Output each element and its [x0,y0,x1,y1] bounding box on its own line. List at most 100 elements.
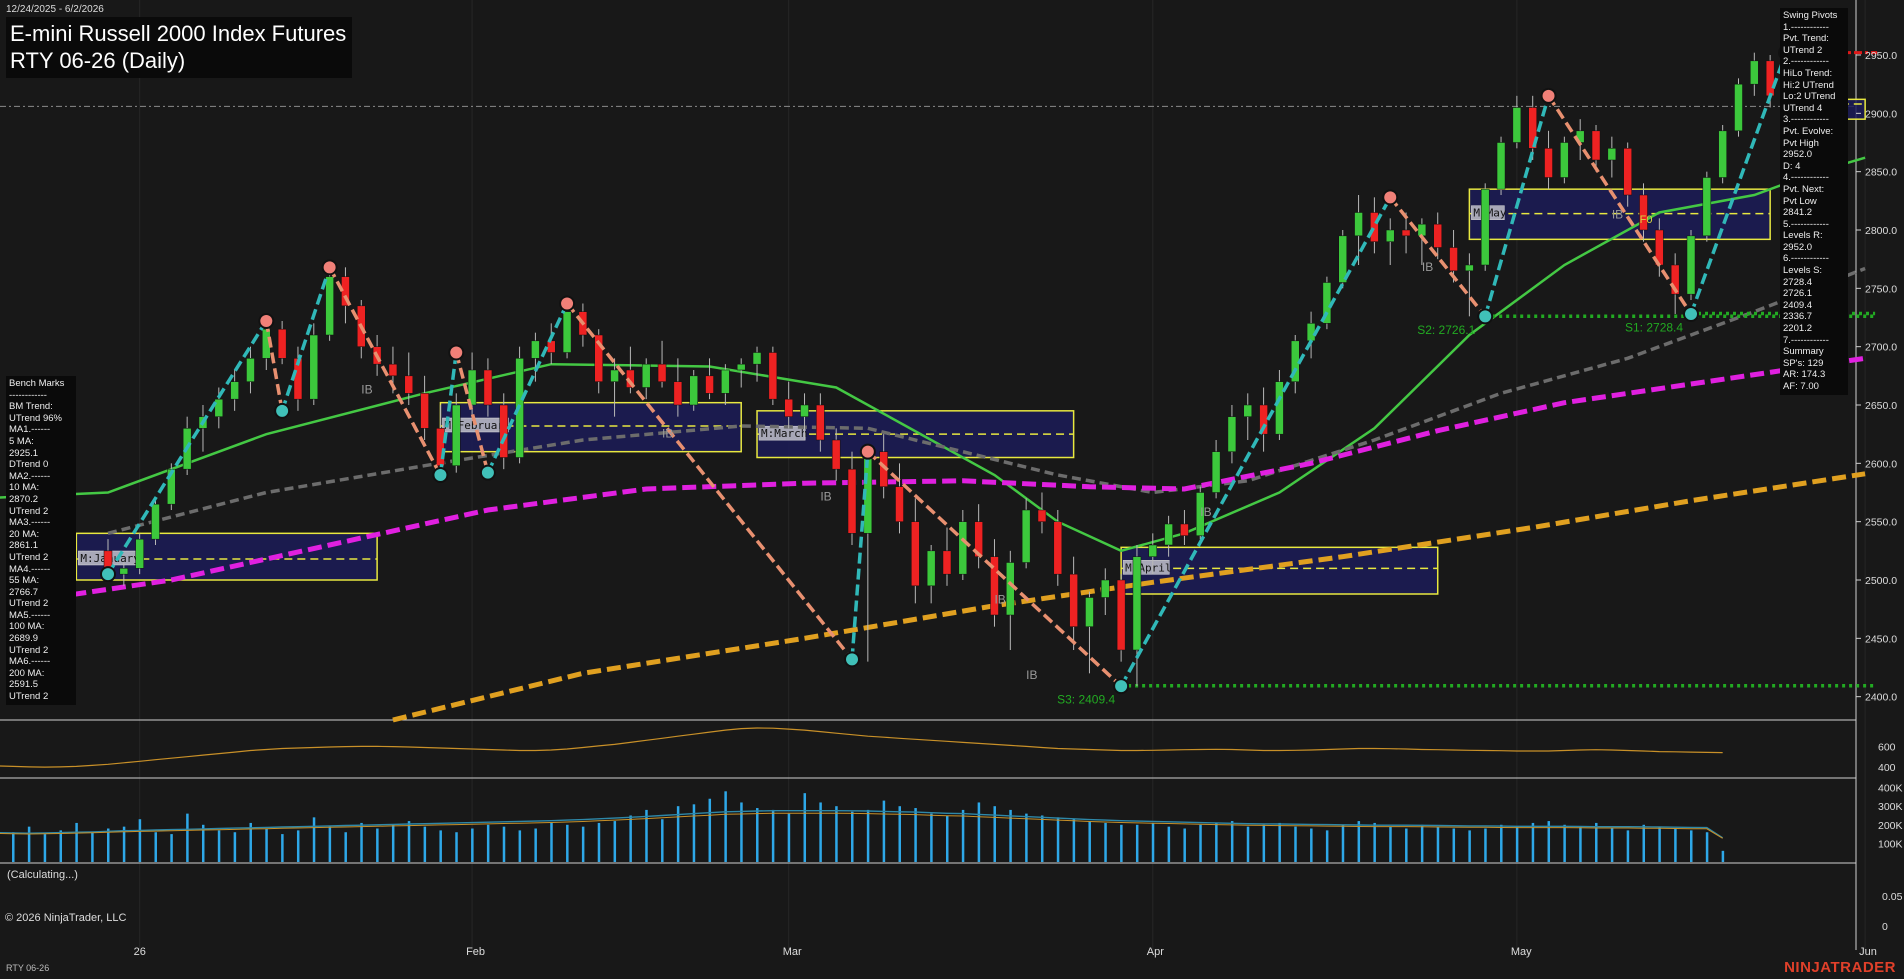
candle-body [942,550,952,575]
candle-body [1021,509,1031,563]
candle-body [499,404,508,458]
candle-body [1433,223,1442,248]
ib-label: IB [1026,668,1037,682]
pivot-low-marker [274,402,291,419]
volume-bar [43,834,47,862]
ib-label: IB [662,427,673,441]
candle-body [1275,381,1284,435]
candle-body [1560,142,1569,178]
volume-bar [1294,826,1297,862]
candle-body [119,568,129,575]
date-range: 12/24/2025 - 6/2/2026 [6,4,104,15]
pivot-low-marker [1477,308,1494,325]
price-tick-label: 2700.0 [1865,342,1897,354]
candle-body [1006,562,1015,616]
candle-body [1053,521,1063,575]
price-tick-label: 2450.0 [1865,633,1897,645]
ib-label: IB [994,592,1005,606]
volume-bar [1278,822,1281,862]
pivot-high-marker [321,259,338,276]
candle-body [151,503,160,540]
candle-body [610,369,619,382]
month-label: M:April [1125,561,1171,574]
volume-bar [566,824,569,862]
volume-bar [1484,828,1487,862]
pivot-high-marker [559,295,576,312]
instrument-name: E-mini Russell 2000 Index Futures [10,21,347,46]
candle-body [1718,130,1727,178]
volume-bar [1626,830,1630,862]
volume-bar [486,824,490,862]
volume-bar [1357,821,1361,862]
price-tick-label: 2900.0 [1865,108,1897,120]
candle-body [230,381,239,400]
candle-body [1765,60,1775,97]
candle-body [1465,264,1474,272]
volume-bar [550,822,553,862]
candle-body [277,328,287,359]
oscillator-tick-label: 400 [1878,762,1896,774]
volume-bar [233,832,237,862]
candle-body [420,393,429,429]
candle-body [911,521,920,587]
swing-pivots-panel: Swing Pivots 1.------------ Pvt. Trend: … [1780,8,1848,395]
candle-body [1750,60,1759,85]
volume-bar [1262,824,1266,862]
volume-bar [1515,826,1519,862]
candle-body [1401,229,1411,237]
volume-bar [1420,824,1424,862]
time-axis-label: 26 [134,946,146,958]
volume-bar [1230,821,1234,862]
volume-bar [1674,828,1677,862]
bench-marks-panel: Bench Marks ------------ BM Trend: UTren… [6,376,76,705]
volume-bar [961,809,965,862]
oscillator-tick-label: 600 [1878,741,1896,753]
time-axis-label: Apr [1147,946,1164,958]
candle-body [404,375,414,394]
candle-body [325,276,334,336]
volume-bar [1563,824,1566,862]
volume-bar [851,811,854,862]
volume-bar [518,830,522,862]
volume-bar [138,819,142,862]
volume-bar [1642,824,1646,862]
price-chart[interactable]: M:JanuaryM:FebruaryM:MarchM:AprilM:MayM:… [0,0,1904,979]
volume-bar [866,809,870,862]
volume-bar [1610,828,1614,862]
month-label: M:May [1473,207,1506,220]
candle-body [784,398,793,417]
pivot-low-marker [1683,306,1699,322]
candle-body [926,550,936,587]
ib-label: IB [820,490,831,504]
candle-body [1354,212,1363,237]
volume-tick-label: 200K [1878,820,1903,832]
volume-bar [1120,824,1123,862]
volume-bar [1531,822,1535,862]
volume-bar [217,830,221,862]
time-axis-label: May [1511,946,1532,958]
volume-bar [439,830,442,862]
calculating-status: (Calculating...) [7,869,78,881]
volume-bar [882,800,886,862]
volume-bar [455,832,458,862]
candle-body [1037,509,1047,522]
volume-bar [613,821,617,862]
volume-bar [977,802,981,862]
volume-bar [787,813,791,862]
candle-body [1449,247,1458,272]
candle-body [752,352,762,365]
volume-bar [708,798,712,862]
pivot-high-marker [258,313,275,329]
candle-body [388,363,398,377]
volume-bar [1072,819,1076,862]
f0-label: F0 [1640,214,1653,226]
volume-bar [1104,822,1107,862]
candle-body [721,369,730,394]
volume-bar [1579,826,1582,862]
volume-bar [471,828,474,862]
volume-bar [1151,822,1155,862]
candle-body [641,363,651,388]
candle-body [1591,130,1601,161]
pivot-high-marker [1540,87,1557,104]
volume-bar [186,813,189,862]
